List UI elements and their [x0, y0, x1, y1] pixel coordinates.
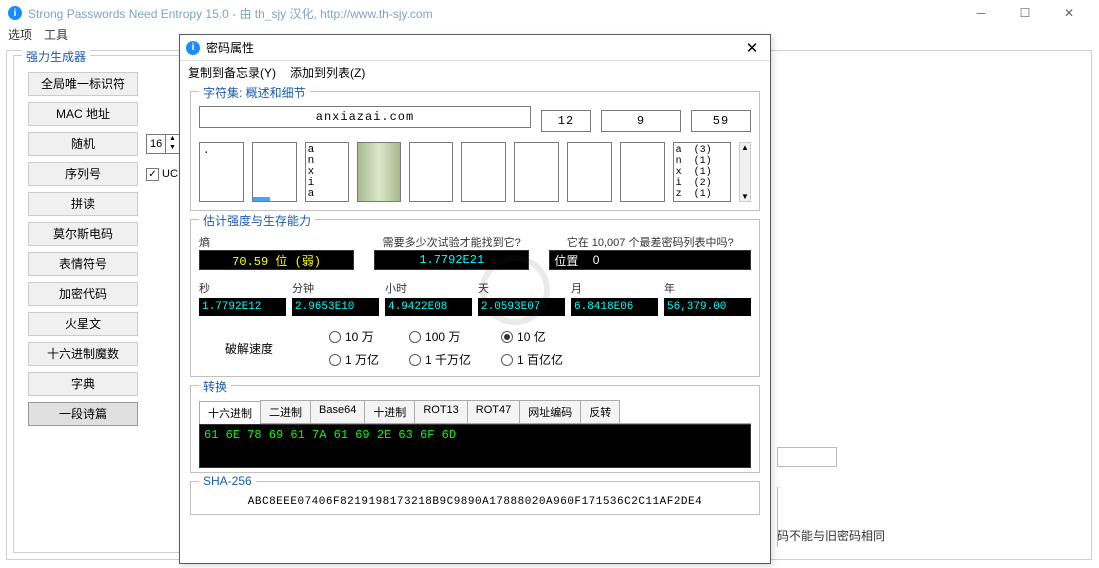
entropy-label: 熵 [199, 234, 354, 250]
uc-checkbox[interactable]: ✓UC [146, 168, 178, 181]
sha-legend: SHA-256 [199, 474, 256, 488]
btn-verse[interactable]: 一段诗篇 [28, 402, 138, 426]
charset-fieldset: 字符集: 概述和细节 anxiazai.com 长度 独特字符 基数 12 9 … [190, 91, 760, 211]
charset-cell-counts: a (3) n (1) x (1) i (2) z (1) [673, 142, 731, 202]
minimize-button[interactable]: ─ [959, 0, 1003, 26]
speed-100k[interactable]: 10 万 [329, 328, 379, 345]
window-title: Strong Passwords Need Entropy 15.0 - 由 t… [28, 5, 433, 22]
unique-value: 9 [601, 110, 681, 132]
partial-box-1 [777, 447, 837, 467]
btn-hexmagic[interactable]: 十六进制魔数 [28, 342, 138, 366]
convert-legend: 转换 [199, 378, 231, 395]
password-properties-dialog: i 密码属性 ✕ 复制到备忘录(Y) 添加到列表(Z) 字符集: 概述和细节 a… [179, 34, 771, 564]
speed-1q[interactable]: 1 千万亿 [409, 351, 471, 368]
dialog-close-button[interactable]: ✕ [740, 36, 764, 60]
dialog-menu: 复制到备忘录(Y) 添加到列表(Z) [180, 61, 770, 83]
tab-url[interactable]: 网址编码 [519, 400, 581, 423]
generator-groupbox: 强力生成器 全局唯一标识符 MAC 地址 随机 16 ▲▼ 序列号 ✓UC 拼读… [13, 55, 183, 553]
time-hours: 4.9422E08 [385, 298, 472, 316]
charset-cell-gradient [357, 142, 400, 202]
time-seconds: 1.7792E12 [199, 298, 286, 316]
entropy-value: 70.59 位 (弱) [199, 250, 354, 270]
convert-tabs: 十六进制 二进制 Base64 十进制 ROT13 ROT47 网址编码 反转 [199, 400, 751, 424]
worst-list-label: 它在 10,007 个最差密码列表中吗? [549, 234, 751, 250]
random-length-spin[interactable]: 16 ▲▼ [146, 134, 180, 154]
password-display: anxiazai.com [199, 106, 531, 128]
speed-1b[interactable]: 10 亿 [501, 328, 563, 345]
convert-fieldset: 转换 十六进制 二进制 Base64 十进制 ROT13 ROT47 网址编码 … [190, 385, 760, 473]
speed-100q[interactable]: 1 百亿亿 [501, 351, 563, 368]
tab-b64[interactable]: Base64 [310, 400, 365, 423]
charset-cell-1 [199, 142, 244, 202]
tab-rot47[interactable]: ROT47 [467, 400, 520, 423]
worst-list-value: 位置 0 [549, 250, 751, 270]
menu-tools[interactable]: 工具 [44, 26, 68, 46]
trials-value: 1.7792E21 [374, 250, 529, 270]
btn-mars[interactable]: 火星文 [28, 312, 138, 336]
sha-value: ABC8EEE07406F8219198173218B9C9890A178880… [199, 492, 751, 512]
menu-copy-memo[interactable]: 复制到备忘录(Y) [188, 64, 276, 81]
window-title-bar: i Strong Passwords Need Entropy 15.0 - 由… [0, 0, 1099, 26]
charset-legend: 字符集: 概述和细节 [199, 84, 310, 101]
btn-mac[interactable]: MAC 地址 [28, 102, 138, 126]
btn-random[interactable]: 随机 [28, 132, 138, 156]
btn-emoji[interactable]: 表情符号 [28, 252, 138, 276]
strength-fieldset: 估计强度与生存能力 熵 70.59 位 (弱) 需要多少次试验才能找到它? 1.… [190, 219, 760, 377]
charset-cell-chars: a n x i a [305, 142, 350, 202]
close-button[interactable]: ✕ [1047, 0, 1091, 26]
dialog-icon: i [186, 41, 200, 55]
time-days: 2.0593E07 [478, 298, 565, 316]
charset-scrollbar[interactable]: ▲▼ [739, 142, 751, 202]
btn-dict[interactable]: 字典 [28, 372, 138, 396]
dialog-title-bar: i 密码属性 ✕ [180, 35, 770, 61]
radix-value: 59 [691, 110, 751, 132]
tab-bin[interactable]: 二进制 [260, 400, 311, 423]
menu-options[interactable]: 选项 [8, 26, 32, 46]
tab-rot13[interactable]: ROT13 [414, 400, 467, 423]
charset-cell-7 [514, 142, 559, 202]
time-minutes: 2.9653E10 [292, 298, 379, 316]
generator-legend: 强力生成器 [22, 48, 90, 65]
strength-legend: 估计强度与生存能力 [199, 212, 315, 229]
sha-fieldset: SHA-256 ABC8EEE07406F8219198173218B9C989… [190, 481, 760, 515]
btn-crypto[interactable]: 加密代码 [28, 282, 138, 306]
tab-dec[interactable]: 十进制 [364, 400, 415, 423]
speed-1t[interactable]: 1 万亿 [329, 351, 379, 368]
tab-hex[interactable]: 十六进制 [199, 401, 261, 424]
dialog-title: 密码属性 [206, 39, 254, 56]
length-value: 12 [541, 110, 591, 132]
charset-cell-9 [620, 142, 665, 202]
btn-morse[interactable]: 莫尔斯电码 [28, 222, 138, 246]
btn-serial[interactable]: 序列号 [28, 162, 138, 186]
maximize-button[interactable]: ☐ [1003, 0, 1047, 26]
charset-cell-5 [409, 142, 454, 202]
charset-cell-2 [252, 142, 297, 202]
time-years: 56,379.00 [664, 298, 751, 316]
tab-rev[interactable]: 反转 [580, 400, 620, 423]
charset-cell-6 [461, 142, 506, 202]
time-months: 6.8418E06 [571, 298, 658, 316]
partial-box-2 [777, 487, 797, 547]
speed-1m[interactable]: 100 万 [409, 328, 471, 345]
btn-guid[interactable]: 全局唯一标识符 [28, 72, 138, 96]
btn-pinyin[interactable]: 拼读 [28, 192, 138, 216]
app-icon: i [8, 6, 22, 20]
trials-label: 需要多少次试验才能找到它? [374, 234, 529, 250]
menu-add-list[interactable]: 添加到列表(Z) [290, 64, 365, 81]
crack-speed-label: 破解速度 [199, 340, 299, 357]
convert-output[interactable]: 61 6E 78 69 61 7A 61 69 2E 63 6F 6D [199, 424, 751, 468]
charset-cell-8 [567, 142, 612, 202]
